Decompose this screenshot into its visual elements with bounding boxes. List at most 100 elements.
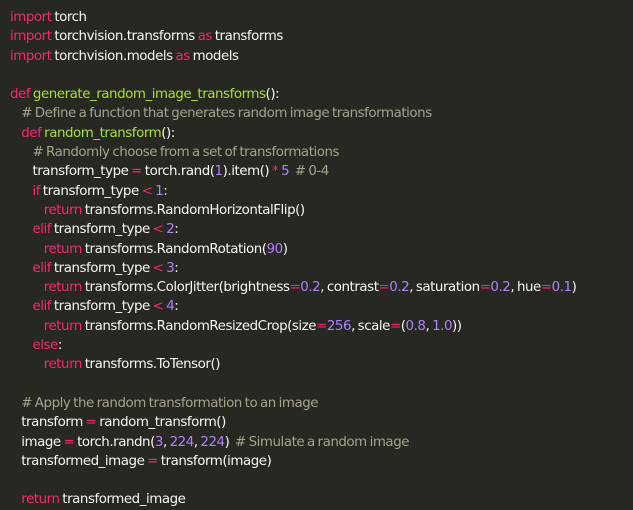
code-token-text: )) [452, 318, 462, 334]
code-token-text: transforms.ToTensor() [81, 357, 221, 373]
code-token-keyword: else [32, 338, 58, 354]
code-line[interactable]: # Define a function that generates rando… [10, 104, 633, 123]
code-line[interactable] [10, 375, 633, 394]
code-token-text: transform_type [10, 164, 132, 180]
code-token-text: (): [161, 125, 175, 141]
code-line[interactable]: import torchvision.models as models [10, 47, 633, 66]
code-token-text: transform_type [51, 222, 153, 238]
code-token-keyword: def [21, 125, 42, 141]
code-line[interactable]: transformed_image = transform(image) [10, 452, 633, 471]
code-line[interactable]: elif transform_type < 2: [10, 220, 633, 239]
code-line[interactable]: return transforms.RandomResizedCrop(size… [10, 317, 633, 336]
code-token-op: < [152, 299, 164, 315]
code-token-text: transforms.RandomHorizontalFlip() [81, 202, 305, 218]
code-token-comment: # 0-4 [294, 164, 330, 180]
code-token-keyword: return [21, 492, 60, 508]
code-token-num: 0.8 [405, 318, 426, 334]
code-token-op: < [141, 183, 153, 199]
code-token-keyword: return [43, 241, 83, 257]
code-token-text: models [189, 48, 239, 64]
code-token-text: ) [224, 434, 236, 450]
code-token-text: transform_type [51, 260, 153, 276]
code-token-num: 1 [214, 164, 224, 180]
code-token-keyword: elif [32, 260, 52, 276]
code-token-text: , scale [351, 318, 390, 334]
code-token-text: : [174, 222, 179, 238]
code-token-num: 0.2 [389, 280, 410, 296]
code-line[interactable]: transform = random_transform() [10, 413, 633, 432]
code-line[interactable]: def generate_random_image_transforms(): [10, 85, 633, 104]
code-line[interactable]: import torchvision.transforms as transfo… [10, 27, 633, 46]
code-token-num: 90 [266, 241, 284, 257]
code-token-text: transformed_image [10, 453, 148, 469]
code-token-keyword: import [10, 10, 52, 25]
code-token-keyword: return [43, 202, 83, 218]
code-token-op: = [131, 164, 142, 180]
code-line[interactable]: # Randomly choose from a set of transfor… [10, 143, 633, 162]
code-token-text: : [163, 183, 168, 199]
code-line[interactable]: return transforms.ColorJitter(brightness… [10, 278, 633, 297]
code-token-num: 3 [154, 434, 164, 450]
code-token-keyword: import [10, 48, 52, 64]
code-token-text: ) [282, 241, 288, 257]
code-line[interactable]: def random_transform(): [10, 124, 633, 143]
code-token-op: = [289, 280, 301, 296]
code-token-op: < [152, 222, 164, 238]
code-token-op: = [389, 318, 401, 334]
code-token-text: , [193, 434, 201, 450]
code-token-text: transform_type [40, 183, 142, 199]
code-token-text: torch [51, 10, 87, 25]
code-token-text: torchvision.models [51, 48, 176, 64]
code-line[interactable]: return transforms.RandomRotation(90) [10, 240, 633, 259]
code-token-op: = [540, 280, 552, 296]
code-token-text: transforms.ColorJitter(brightness [81, 280, 290, 296]
code-line[interactable]: if transform_type < 1: [10, 182, 633, 201]
code-token-text: , hue [510, 280, 541, 296]
code-token-text: : [174, 260, 179, 276]
code-token-keyword: import [10, 29, 52, 45]
code-token-comment: # Randomly choose from a set of transfor… [32, 145, 340, 161]
code-token-op: = [63, 434, 75, 450]
code-line[interactable] [10, 66, 633, 85]
code-token-text: , contrast [320, 280, 379, 296]
code-token-text: transform [10, 415, 86, 431]
code-token-text: : [174, 299, 179, 315]
code-token-text: transforms [211, 29, 284, 45]
code-line[interactable]: elif transform_type < 3: [10, 259, 633, 278]
code-editor[interactable]: import torch import torchvision.transform… [0, 0, 633, 507]
code-line[interactable]: elif transform_type < 4: [10, 297, 633, 316]
code-line[interactable]: else: [10, 336, 633, 355]
code-line[interactable]: return transforms.ToTensor() [10, 355, 633, 374]
code-line[interactable]: transform_type = torch.rand(1).item() * … [10, 162, 633, 181]
code-token-op: = [85, 415, 97, 431]
code-line[interactable]: import torch [10, 8, 633, 27]
code-token-keyword: elif [32, 299, 52, 315]
code-token-keyword: if [32, 183, 40, 199]
code-token-comment: # Define a function that generates rando… [21, 106, 432, 122]
code-token-keyword: as [175, 48, 190, 64]
code-token-text: torch.rand( [142, 164, 215, 180]
code-token-num: 5 [281, 164, 290, 180]
code-token-keyword: return [43, 357, 83, 373]
code-token-op: = [479, 280, 491, 296]
code-token-text: random_transform() [96, 415, 226, 431]
code-token-keyword: return [43, 280, 83, 296]
code-token-op: = [316, 318, 327, 334]
code-token-text: , [162, 434, 170, 450]
code-line[interactable] [10, 471, 633, 490]
code-token-num: 0.2 [300, 280, 321, 296]
code-line[interactable]: return transforms.RandomHorizontalFlip() [10, 201, 633, 220]
code-token-text: : [57, 338, 63, 354]
code-token-op: < [152, 260, 164, 276]
code-line[interactable]: # Apply the random transformation to an … [10, 394, 633, 413]
code-token-text: transform(image) [157, 453, 272, 469]
code-line[interactable]: return transformed_image [10, 490, 633, 509]
code-line[interactable]: image = torch.randn(3, 224, 224) # Simul… [10, 433, 633, 452]
